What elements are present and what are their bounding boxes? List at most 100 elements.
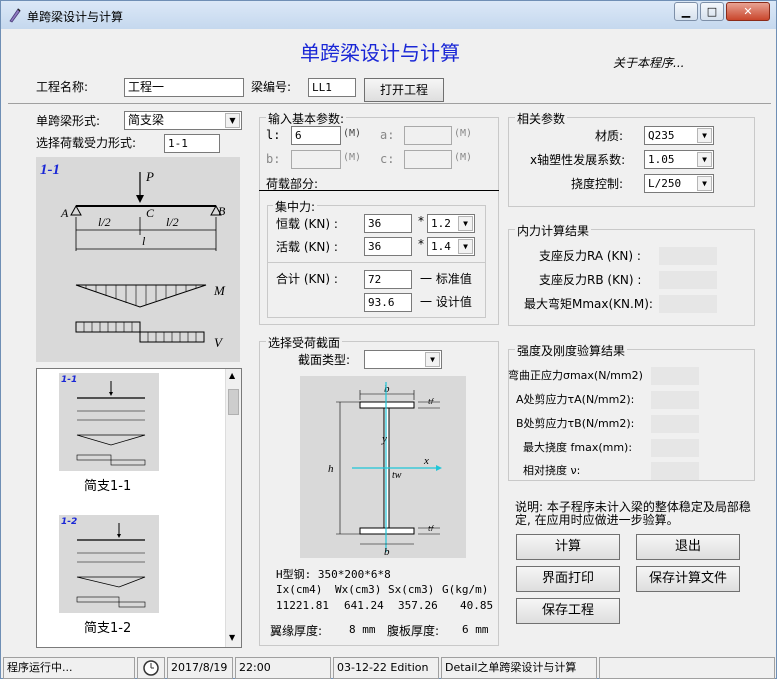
- tau-b-label: B处剪应力τB(N/mm2):: [516, 417, 635, 430]
- scroll-thumb[interactable]: [228, 389, 239, 415]
- thumb-1-2[interactable]: 1-2: [59, 515, 159, 613]
- exit-button[interactable]: 退出: [636, 534, 740, 560]
- project-name-input[interactable]: 工程一: [124, 78, 244, 97]
- strength-title: 强度及刚度验算结果: [515, 342, 628, 359]
- prop-header-wx: Wx(cm3): [335, 583, 382, 596]
- dead-load-label: 恒载 (KN) :: [276, 217, 338, 231]
- minimize-button[interactable]: ▁: [674, 2, 698, 21]
- close-button[interactable]: ✕: [726, 2, 770, 21]
- diagram-m-label: M: [213, 283, 226, 298]
- material-label: 材质:: [595, 129, 624, 143]
- prop-value-g: 40.85: [460, 599, 494, 612]
- maximize-button[interactable]: □: [700, 2, 724, 21]
- thumb-1-1[interactable]: 1-1: [59, 373, 159, 471]
- live-factor-value: 1.4: [431, 240, 451, 253]
- steel-desc: H型钢: 350*200*6*8: [276, 568, 391, 581]
- live-load-label: 活载 (KN) :: [276, 240, 338, 254]
- flange-value: 8 mm: [349, 623, 376, 636]
- status-edition: 03-12-22 Edition: [333, 657, 439, 679]
- a-label: a:: [380, 128, 395, 142]
- load-case-list[interactable]: 1-1 简支1-1 1-2 简支1-2 ▲ ▼: [36, 368, 242, 648]
- b-input[interactable]: [291, 150, 341, 169]
- fmax-value: [651, 439, 699, 457]
- sec-h-label: h: [328, 463, 334, 475]
- dead-factor-value: 1.2: [431, 217, 451, 230]
- deflection-select[interactable]: L/250 ▼: [644, 174, 714, 193]
- beam-form-select[interactable]: 简支梁 ▼: [124, 111, 242, 130]
- concentrated-title: 集中力:: [273, 198, 318, 215]
- plastic-select[interactable]: 1.05 ▼: [644, 150, 714, 169]
- load-divider: [259, 190, 499, 191]
- status-detail: Detail之单跨梁设计与计算: [441, 657, 597, 679]
- prop-value-wx: 641.24: [344, 599, 384, 612]
- section-type-select[interactable]: ▼: [364, 350, 442, 369]
- chevron-down-icon: ▼: [458, 239, 473, 254]
- plastic-value: 1.05: [648, 153, 675, 166]
- chevron-down-icon: ▼: [458, 216, 473, 231]
- a-input[interactable]: [404, 126, 452, 145]
- internal-force-title: 内力计算结果: [515, 222, 592, 239]
- prop-header-ix: Ix(cm4): [276, 583, 323, 596]
- load-form-input[interactable]: 1-1: [164, 134, 220, 153]
- l-input[interactable]: 6: [291, 126, 341, 145]
- status-time: 22:00: [235, 657, 331, 679]
- scroll-up-icon[interactable]: ▲: [229, 371, 235, 380]
- sec-x-label: x: [423, 455, 429, 467]
- chevron-down-icon: ▼: [697, 152, 712, 167]
- material-value: Q235: [648, 129, 675, 142]
- thumb-1-case: 1-1: [61, 375, 77, 385]
- thumb-1-caption: 简支1-1: [84, 479, 132, 494]
- b-label: b:: [266, 152, 281, 166]
- open-project-button[interactable]: 打开工程: [364, 78, 444, 102]
- prop-header-g: G(kg/m): [442, 583, 489, 596]
- c-input[interactable]: [404, 150, 452, 169]
- save-file-button[interactable]: 保存计算文件: [636, 566, 740, 592]
- live-star: *: [418, 237, 424, 251]
- about-link[interactable]: 关于本程序...: [613, 54, 684, 71]
- maximize-icon: □: [706, 5, 718, 18]
- diagram-half-l-2: l/2: [166, 215, 179, 229]
- close-icon: ✕: [743, 5, 753, 18]
- rel-deflection-value: [651, 462, 699, 480]
- c-label: c:: [380, 152, 395, 166]
- window-title: 单跨梁设计与计算: [27, 10, 124, 24]
- live-factor-select[interactable]: 1.4 ▼: [427, 237, 475, 256]
- scroll-down-icon[interactable]: ▼: [229, 633, 235, 642]
- beam-no-input[interactable]: LL1: [308, 78, 356, 97]
- main-title: 单跨梁设计与计算: [300, 41, 460, 65]
- a-unit: (M): [454, 128, 473, 139]
- dead-load-input[interactable]: 36: [364, 214, 412, 233]
- chevron-down-icon: ▼: [425, 352, 440, 367]
- chevron-down-icon: ▼: [697, 176, 712, 191]
- list-scrollbar[interactable]: ▲ ▼: [225, 369, 241, 647]
- diagram-half-l-1: l/2: [98, 215, 111, 229]
- material-select[interactable]: Q235 ▼: [644, 126, 714, 145]
- dead-factor-select[interactable]: 1.2 ▼: [427, 214, 475, 233]
- clock-icon: [143, 660, 159, 676]
- sum-design-label: 一 设计值: [420, 295, 472, 309]
- live-load-input[interactable]: 36: [364, 237, 412, 256]
- thumb-2-caption: 简支1-2: [84, 621, 132, 636]
- chevron-down-icon: ▼: [697, 128, 712, 143]
- sum-std-label: 一 标准值: [420, 272, 472, 286]
- section-type-label: 截面类型:: [298, 353, 351, 367]
- calculate-button[interactable]: 计算: [516, 534, 620, 560]
- print-button[interactable]: 界面打印: [516, 566, 620, 592]
- note-text: 说明: 本子程序未计入梁的整体稳定及局部稳定, 在应用时应做进一步验算。: [515, 500, 751, 527]
- sec-b-bottom: b: [384, 546, 390, 558]
- tau-a-value: [651, 391, 699, 409]
- beam-form-label: 单跨梁形式:: [36, 114, 101, 128]
- sigma-label: 弯曲正应力σmax(N/mm2): [508, 369, 643, 382]
- deflection-label: 挠度控制:: [571, 177, 624, 191]
- title-bar[interactable]: 单跨梁设计与计算 ▁ □ ✕: [1, 1, 776, 29]
- beam-form-value: 简支梁: [128, 113, 165, 127]
- save-project-button[interactable]: 保存工程: [516, 598, 620, 624]
- minimize-icon: ▁: [681, 5, 691, 18]
- sum-divider: [267, 262, 486, 263]
- app-icon: [9, 8, 21, 23]
- rb-value: [659, 271, 717, 289]
- diagram-b-label: B: [218, 204, 226, 218]
- status-date: 2017/8/19: [167, 657, 233, 679]
- flange-label: 翼缘厚度:: [270, 624, 323, 638]
- client-area: 单跨梁设计与计算 关于本程序... 工程名称: 工程一 梁编号: LL1 打开工…: [8, 29, 771, 657]
